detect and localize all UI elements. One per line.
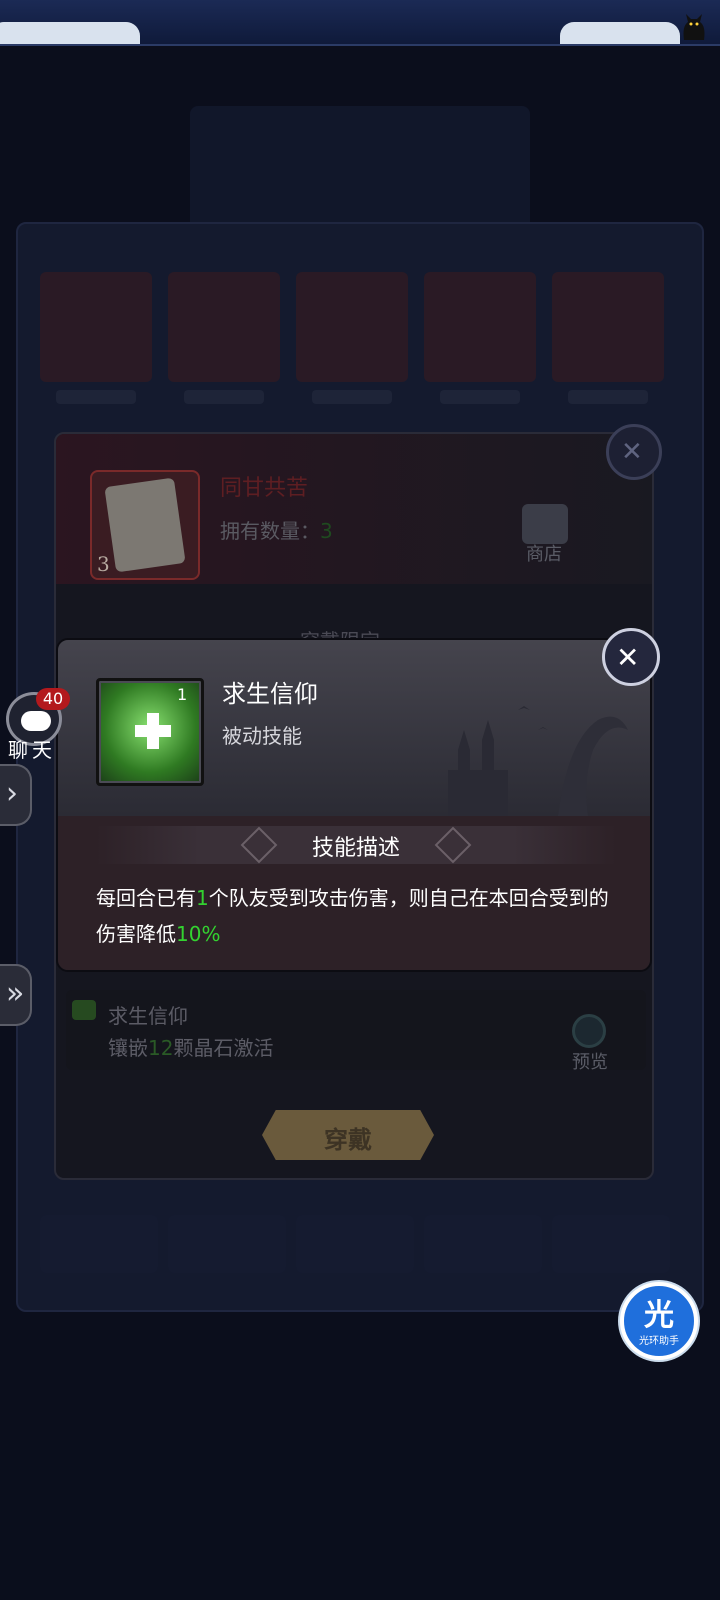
item-modal-close-button[interactable]: ✕ [606, 424, 662, 480]
item-name: 同甘共苦 [220, 476, 309, 501]
item-count: 3 [97, 552, 110, 576]
cloud-decoration [560, 22, 680, 44]
owned-quantity-value: 3 [320, 519, 333, 543]
preview-label: 预览 [572, 1052, 608, 1073]
desc-num1: 1 [196, 886, 209, 910]
skill-row-desc-post: 颗晶石激活 [173, 1036, 274, 1060]
gem-count: 12 [148, 1036, 174, 1060]
bottom-navigation [0, 1440, 720, 1600]
background-card-label [440, 390, 520, 404]
skill-description: 每回合已有1个队友受到攻击伤害，则自己在本回合受到的伤害降低10% [96, 880, 616, 952]
assistant-button[interactable]: 光 光环助手 [620, 1282, 698, 1360]
background-card [424, 272, 536, 382]
close-icon: ✕ [621, 437, 643, 467]
background-slot [552, 1215, 670, 1273]
scroll-icon [104, 477, 186, 573]
assistant-logo: 光 [644, 1298, 674, 1333]
chevron-right-icon: › [6, 776, 18, 811]
owned-quantity-label: 拥有数量： [220, 519, 320, 543]
shop-button[interactable]: 商店 [512, 504, 580, 565]
background-card-label [184, 390, 264, 404]
section-title: 技能描述 [311, 836, 400, 861]
section-header: 技能描述 [96, 826, 616, 864]
background-card-label [56, 390, 136, 404]
preview-orb-icon [572, 1014, 606, 1048]
background-slot [296, 1215, 414, 1273]
gem-icon [72, 1000, 96, 1020]
desc-part1: 每回合已有 [96, 886, 196, 910]
background-tab [190, 106, 530, 236]
skill-name: 求生信仰 [222, 680, 318, 708]
expand-double-arrow-button[interactable]: » [0, 964, 32, 1026]
skill-row-name: 求生信仰 [108, 1004, 188, 1028]
skill-icon: 1 [96, 678, 204, 786]
close-icon: ✕ [616, 641, 640, 674]
skill-row-desc: 镶嵌12颗晶石激活 [108, 1032, 273, 1061]
wear-button[interactable]: 穿戴 [262, 1110, 434, 1160]
skill-popup: 1 求生信仰 被动技能 技能描述 每回合已有1个队友受到攻击伤害，则自己在本回合… [56, 638, 652, 972]
skill-row-desc-pre: 镶嵌 [108, 1036, 148, 1060]
skill-type: 被动技能 [222, 724, 302, 748]
cross-shield-icon [135, 713, 171, 749]
wear-button-label: 穿戴 [324, 1126, 372, 1154]
skill-popup-close-button[interactable]: ✕ [602, 628, 660, 686]
chat-unread-badge: 40 [36, 688, 70, 710]
black-cat-icon [683, 14, 705, 40]
skill-level: 1 [177, 685, 188, 704]
owned-quantity: 拥有数量：3 [220, 515, 333, 544]
background-card-label [568, 390, 648, 404]
chat-icon [21, 711, 51, 731]
double-chevron-right-icon: » [6, 976, 25, 1011]
expand-arrow-button[interactable]: › [0, 764, 32, 826]
shop-card-icon [522, 504, 568, 544]
background-slot [40, 1215, 158, 1273]
background-card-label [312, 390, 392, 404]
preview-button[interactable]: 预览 [566, 1014, 622, 1073]
top-header [0, 0, 720, 46]
cloud-decoration [0, 22, 140, 44]
castle-silhouette-icon [448, 706, 628, 816]
chat-label: 聊天 [8, 738, 56, 762]
assistant-label: 光环助手 [639, 1336, 679, 1347]
background-card [296, 272, 408, 382]
shop-label: 商店 [526, 544, 562, 565]
background-card [40, 272, 152, 382]
background-slot [424, 1215, 542, 1273]
background-card [168, 272, 280, 382]
background-slot [168, 1215, 286, 1273]
desc-num2: 10% [176, 922, 221, 946]
background-card [552, 272, 664, 382]
